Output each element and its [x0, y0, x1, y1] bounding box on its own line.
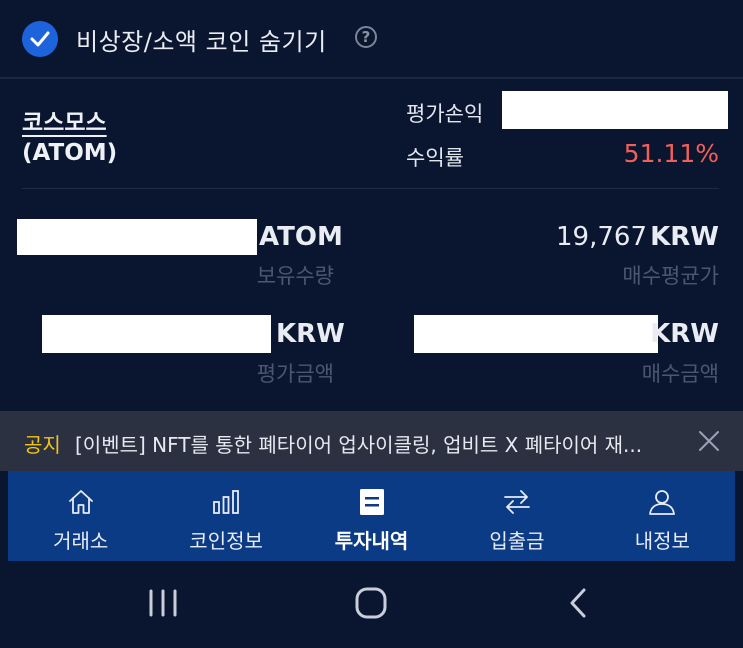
hide-small-coins-label[interactable]: 비상장/소액 코인 숨기기 [76, 22, 327, 57]
tab-exchange[interactable]: 거래소 [8, 471, 153, 561]
coin-ticker: (ATOM) [22, 140, 118, 166]
bottom-tab-bar: 거래소 코인정보 투자내역 입출금 내정보 [8, 471, 735, 561]
divider [22, 188, 719, 189]
transfer-icon [504, 490, 530, 514]
return-rate-value: 51.11% [623, 139, 719, 168]
document-icon [359, 489, 384, 515]
profit-loss-label: 평가손익 [406, 102, 484, 126]
holding-quantity-redacted [17, 219, 257, 255]
help-icon[interactable]: ? [355, 26, 377, 48]
eval-amount-unit: KRW [276, 319, 345, 349]
coin-name[interactable]: 코스모스 [22, 103, 107, 137]
notice-tag: 공지 [24, 433, 61, 457]
close-icon[interactable] [697, 429, 721, 453]
tab-label: 코인정보 [189, 529, 263, 553]
holding-label: 보유수량 [256, 264, 334, 288]
tab-label: 입출금 [489, 529, 545, 553]
tab-label: 거래소 [53, 529, 109, 553]
return-rate-label: 수익률 [406, 146, 464, 170]
buy-amount-unit: KRW [650, 319, 719, 349]
tab-label: 내정보 [634, 529, 690, 553]
holding-unit: ATOM [259, 222, 343, 252]
divider [0, 77, 743, 79]
recent-apps-icon[interactable] [148, 589, 178, 617]
hide-small-coins-checkbox[interactable] [22, 21, 58, 57]
buy-amount-redacted [414, 315, 658, 353]
tab-label: 투자내역 [334, 529, 409, 553]
back-icon[interactable] [566, 586, 590, 620]
buy-amount-label: 매수금액 [641, 362, 719, 386]
avg-price-value: 19,767 [556, 222, 647, 252]
tab-deposit-withdraw[interactable]: 입출금 [444, 471, 589, 561]
home-icon [68, 490, 93, 514]
tab-my-info[interactable]: 내정보 [590, 471, 735, 561]
bar-chart-icon [213, 490, 240, 514]
user-icon [649, 490, 676, 515]
tab-investments[interactable]: 투자내역 [299, 471, 444, 561]
checkmark-icon [30, 31, 50, 47]
avg-price-label: 매수평균가 [622, 264, 719, 288]
eval-amount-label: 평가금액 [256, 362, 334, 386]
home-button-icon[interactable] [354, 586, 388, 620]
avg-price-unit: KRW [650, 222, 719, 252]
notice-text[interactable]: [이벤트] NFT를 통한 폐타이어 업사이클링, 업비트 X 폐타이어 재..… [75, 429, 642, 458]
profit-loss-value-redacted [502, 91, 728, 129]
tab-coin-info[interactable]: 코인정보 [153, 471, 298, 561]
eval-amount-redacted [42, 315, 271, 353]
